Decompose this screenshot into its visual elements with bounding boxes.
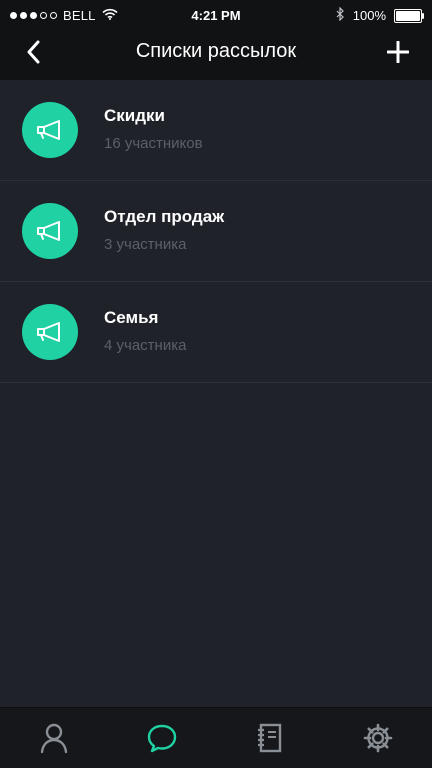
top-bar: BELL 4:21 PM 100% Списки рассылок bbox=[0, 0, 432, 80]
user-icon bbox=[40, 723, 68, 754]
member-count: 3 участника bbox=[104, 236, 187, 253]
list-item[interactable]: Семья 4 участника bbox=[0, 282, 432, 383]
list-avatar bbox=[22, 304, 78, 360]
member-count: 4 участника bbox=[104, 337, 187, 354]
list-avatar bbox=[22, 102, 78, 158]
megaphone-icon bbox=[37, 120, 60, 140]
member-count: 16 участников bbox=[104, 135, 203, 152]
screen: BELL 4:21 PM 100% Списки рассылок Скидки… bbox=[0, 0, 432, 768]
list-name: Скидки bbox=[104, 106, 165, 125]
chat-bubble-icon bbox=[147, 724, 177, 753]
mailing-lists: Скидки 16 участников Отдел продаж 3 учас… bbox=[0, 80, 432, 383]
list-name: Отдел продаж bbox=[104, 207, 225, 226]
list-name: Семья bbox=[104, 308, 159, 327]
list-item[interactable]: Скидки 16 участников bbox=[0, 80, 432, 181]
tab-chats[interactable] bbox=[142, 718, 182, 758]
battery-icon bbox=[394, 8, 424, 23]
nav-bar: Списки рассылок bbox=[0, 32, 432, 76]
notebook-icon bbox=[258, 723, 282, 753]
bluetooth-icon bbox=[336, 6, 345, 24]
megaphone-icon bbox=[37, 322, 60, 342]
page-title: Списки рассылок bbox=[135, 40, 297, 62]
megaphone-icon bbox=[37, 221, 60, 241]
tab-notebook[interactable] bbox=[250, 718, 290, 758]
plus-icon bbox=[387, 41, 409, 63]
battery-percent: 100% bbox=[352, 8, 386, 23]
status-right: 100% bbox=[336, 6, 424, 24]
status-bar: BELL 4:21 PM 100% bbox=[0, 0, 432, 32]
tab-contacts[interactable] bbox=[34, 718, 74, 758]
list-item[interactable]: Отдел продаж 3 участника bbox=[0, 181, 432, 282]
gear-icon bbox=[363, 723, 393, 753]
tab-bar bbox=[0, 707, 432, 768]
list-avatar bbox=[22, 203, 78, 259]
battery-fill bbox=[396, 10, 420, 21]
add-list-button[interactable] bbox=[384, 38, 412, 66]
tab-settings[interactable] bbox=[358, 718, 398, 758]
